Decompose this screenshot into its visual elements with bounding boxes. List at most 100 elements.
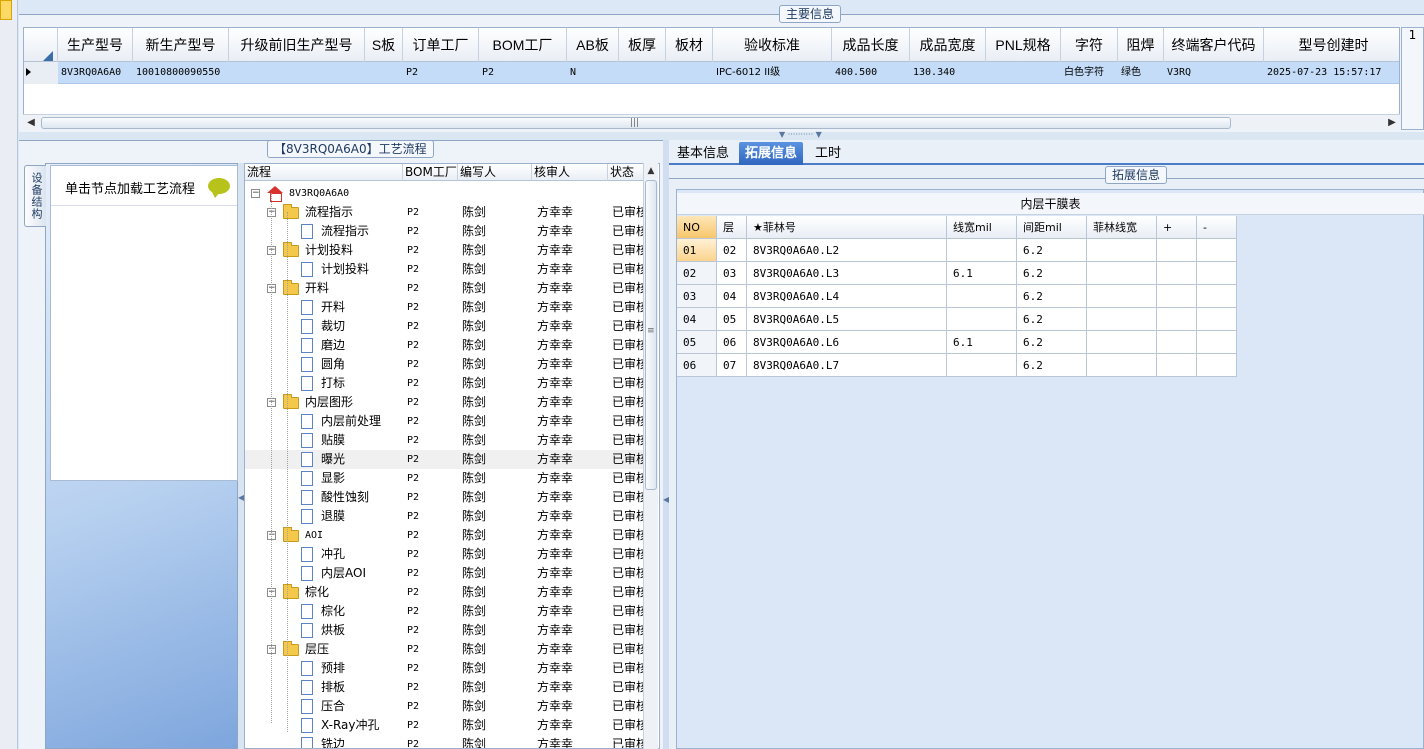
main-info-row[interactable]: 8V3RQ0A6A0 10010800090550 P2 P2 N IPC-6012 II… [24, 62, 1399, 84]
main-info-hscroll[interactable]: ◀ ||| ▶ [23, 114, 1400, 130]
column-header[interactable]: 成品长度 [832, 28, 910, 62]
tree-row[interactable]: − 流程指示 P2 陈剑 方幸幸 已审核 [245, 203, 646, 222]
tab-work-hours[interactable]: 工时 [809, 142, 847, 165]
process-tree-grid[interactable]: 流程 BOM工厂 编写人 核审人 状态 −8V3RQ0A6A0− 流程指示 P2 陈剑 方幸幸已… [244, 163, 660, 749]
table-cell[interactable]: 06 [717, 331, 747, 354]
table-cell[interactable] [1157, 354, 1197, 377]
row-number-cell[interactable]: 05 [677, 331, 717, 354]
column-header[interactable]: BOM工厂 [479, 28, 567, 62]
cell[interactable]: 400.500 [832, 62, 910, 84]
tree-row[interactable]: 显影 P2 陈剑 方幸幸 已审核 [245, 469, 646, 488]
table-cell[interactable] [1157, 262, 1197, 285]
cell[interactable]: N [567, 62, 619, 84]
cell[interactable] [365, 62, 403, 84]
column-header[interactable]: PNL规格 [986, 28, 1061, 62]
table-cell[interactable] [1197, 308, 1237, 331]
tree-row[interactable]: − 开料 P2 陈剑 方幸幸 已审核 [245, 279, 646, 298]
column-header[interactable]: 终端客户代码 [1164, 28, 1264, 62]
cell[interactable]: P2 [479, 62, 567, 84]
column-header[interactable]: 阻焊 [1118, 28, 1164, 62]
tree-row[interactable]: 冲孔 P2 陈剑 方幸幸 已审核 [245, 545, 646, 564]
table-cell[interactable] [1197, 354, 1237, 377]
load-process-card[interactable]: 单击节点加载工艺流程 [50, 165, 238, 481]
tree-row[interactable]: 内层前处理 P2 陈剑 方幸幸 已审核 [245, 412, 646, 431]
tree-row[interactable]: 排板 P2 陈剑 方幸幸 已审核 [245, 678, 646, 697]
table-cell[interactable]: 6.2 [1017, 354, 1087, 377]
table-cell[interactable] [1197, 331, 1237, 354]
table-cell[interactable] [1087, 239, 1157, 262]
column-header[interactable]: S板 [365, 28, 403, 62]
table-cell[interactable] [1157, 331, 1197, 354]
tree-row[interactable]: − 层压 P2 陈剑 方幸幸 已审核 [245, 640, 646, 659]
table-cell[interactable]: 03 [717, 262, 747, 285]
table-cell[interactable] [1197, 285, 1237, 308]
table-cell[interactable]: 6.2 [1017, 331, 1087, 354]
table-cell[interactable] [1087, 354, 1157, 377]
table-cell[interactable]: 8V3RQ0A6A0.L2 [747, 239, 947, 262]
equipment-structure-tab[interactable]: 设备结构 [24, 165, 46, 227]
table-cell[interactable] [947, 285, 1017, 308]
cell[interactable]: 130.340 [910, 62, 986, 84]
tree-row[interactable]: 贴膜 P2 陈剑 方幸幸 已审核 [245, 431, 646, 450]
column-header[interactable]: 板厚 [619, 28, 666, 62]
tree-row[interactable]: 酸性蚀刻 P2 陈剑 方幸幸 已审核 [245, 488, 646, 507]
table-cell[interactable]: 8V3RQ0A6A0.L7 [747, 354, 947, 377]
tree-row[interactable]: 压合 P2 陈剑 方幸幸 已审核 [245, 697, 646, 716]
table-cell[interactable]: 8V3RQ0A6A0.L5 [747, 308, 947, 331]
table-cell[interactable] [1157, 285, 1197, 308]
cell[interactable]: 8V3RQ0A6A0 [58, 62, 133, 84]
row-number-cell[interactable]: 02 [677, 262, 717, 285]
table-cell[interactable]: 6.2 [1017, 308, 1087, 331]
column-header[interactable]: 新生产型号 [133, 28, 229, 62]
table-cell[interactable]: 8V3RQ0A6A0.L4 [747, 285, 947, 308]
table-cell[interactable]: 6.2 [1017, 239, 1087, 262]
tree-row[interactable]: 磨边 P2 陈剑 方幸幸 已审核 [245, 336, 646, 355]
cell[interactable]: V3RQ [1164, 62, 1264, 84]
scroll-thumb[interactable]: ||| [41, 117, 1231, 129]
cell[interactable]: 2025-07-23 15:57:17 [1264, 62, 1399, 84]
table-cell[interactable]: 8V3RQ0A6A0.L6 [747, 331, 947, 354]
table-cell[interactable] [1157, 239, 1197, 262]
horizontal-splitter[interactable]: ▼ ·········· ▼ [19, 130, 1424, 140]
column-header[interactable]: AB板 [567, 28, 619, 62]
column-header[interactable]: 成品宽度 [910, 28, 986, 62]
table-cell[interactable]: 07 [717, 354, 747, 377]
column-header[interactable]: 层 [717, 216, 747, 239]
column-header[interactable]: 编写人 [458, 164, 532, 181]
tree-row[interactable]: 流程指示 P2 陈剑 方幸幸 已审核 [245, 222, 646, 241]
cell[interactable]: 白色字符 [1061, 62, 1118, 84]
tree-row[interactable]: 打标 P2 陈剑 方幸幸 已审核 [245, 374, 646, 393]
column-header[interactable]: NO [677, 216, 717, 239]
column-header[interactable]: + [1157, 216, 1197, 239]
cell[interactable] [619, 62, 666, 84]
column-header[interactable]: 状态 [608, 164, 648, 181]
tree-row[interactable]: 曝光 P2 陈剑 方幸幸 已审核 [245, 450, 646, 469]
table-cell[interactable] [1197, 239, 1237, 262]
table-cell[interactable]: 6.1 [947, 262, 1017, 285]
tree-row[interactable]: 铣边 P2 陈剑 方幸幸 已审核 [245, 735, 646, 748]
scroll-up-arrow[interactable]: ▲ [644, 163, 658, 179]
row-number-cell[interactable]: 06 [677, 354, 717, 377]
table-cell[interactable]: 8V3RQ0A6A0.L3 [747, 262, 947, 285]
table-cell[interactable]: 02 [717, 239, 747, 262]
table-cell[interactable]: 6.2 [1017, 262, 1087, 285]
row-number-cell[interactable]: 03 [677, 285, 717, 308]
column-header[interactable]: 板材 [666, 28, 713, 62]
process-tree-vscroll[interactable]: ▲ ≡ [643, 163, 658, 749]
cell[interactable]: IPC-6012 II级 [713, 62, 832, 84]
table-cell[interactable]: 6.2 [1017, 285, 1087, 308]
table-cell[interactable] [947, 308, 1017, 331]
tab-extension-info[interactable]: 拓展信息 [739, 142, 804, 165]
scroll-thumb[interactable]: ≡ [645, 180, 657, 490]
tree-row[interactable]: 预排 P2 陈剑 方幸幸 已审核 [245, 659, 646, 678]
column-header[interactable]: 型号创建时 [1264, 28, 1399, 62]
row-number-cell[interactable]: 01 [677, 239, 717, 262]
tree-row[interactable]: 烘板 P2 陈剑 方幸幸 已审核 [245, 621, 646, 640]
tree-row[interactable]: X-Ray冲孔 P2 陈剑 方幸幸 已审核 [245, 716, 646, 735]
tree-row[interactable]: − 内层图形 P2 陈剑 方幸幸 已审核 [245, 393, 646, 412]
tree-row[interactable]: − 棕化 P2 陈剑 方幸幸 已审核 [245, 583, 646, 602]
table-cell[interactable] [1197, 262, 1237, 285]
tree-row[interactable]: 棕化 P2 陈剑 方幸幸 已审核 [245, 602, 646, 621]
column-header[interactable]: 升级前旧生产型号 [229, 28, 365, 62]
tree-row[interactable]: 退膜 P2 陈剑 方幸幸 已审核 [245, 507, 646, 526]
